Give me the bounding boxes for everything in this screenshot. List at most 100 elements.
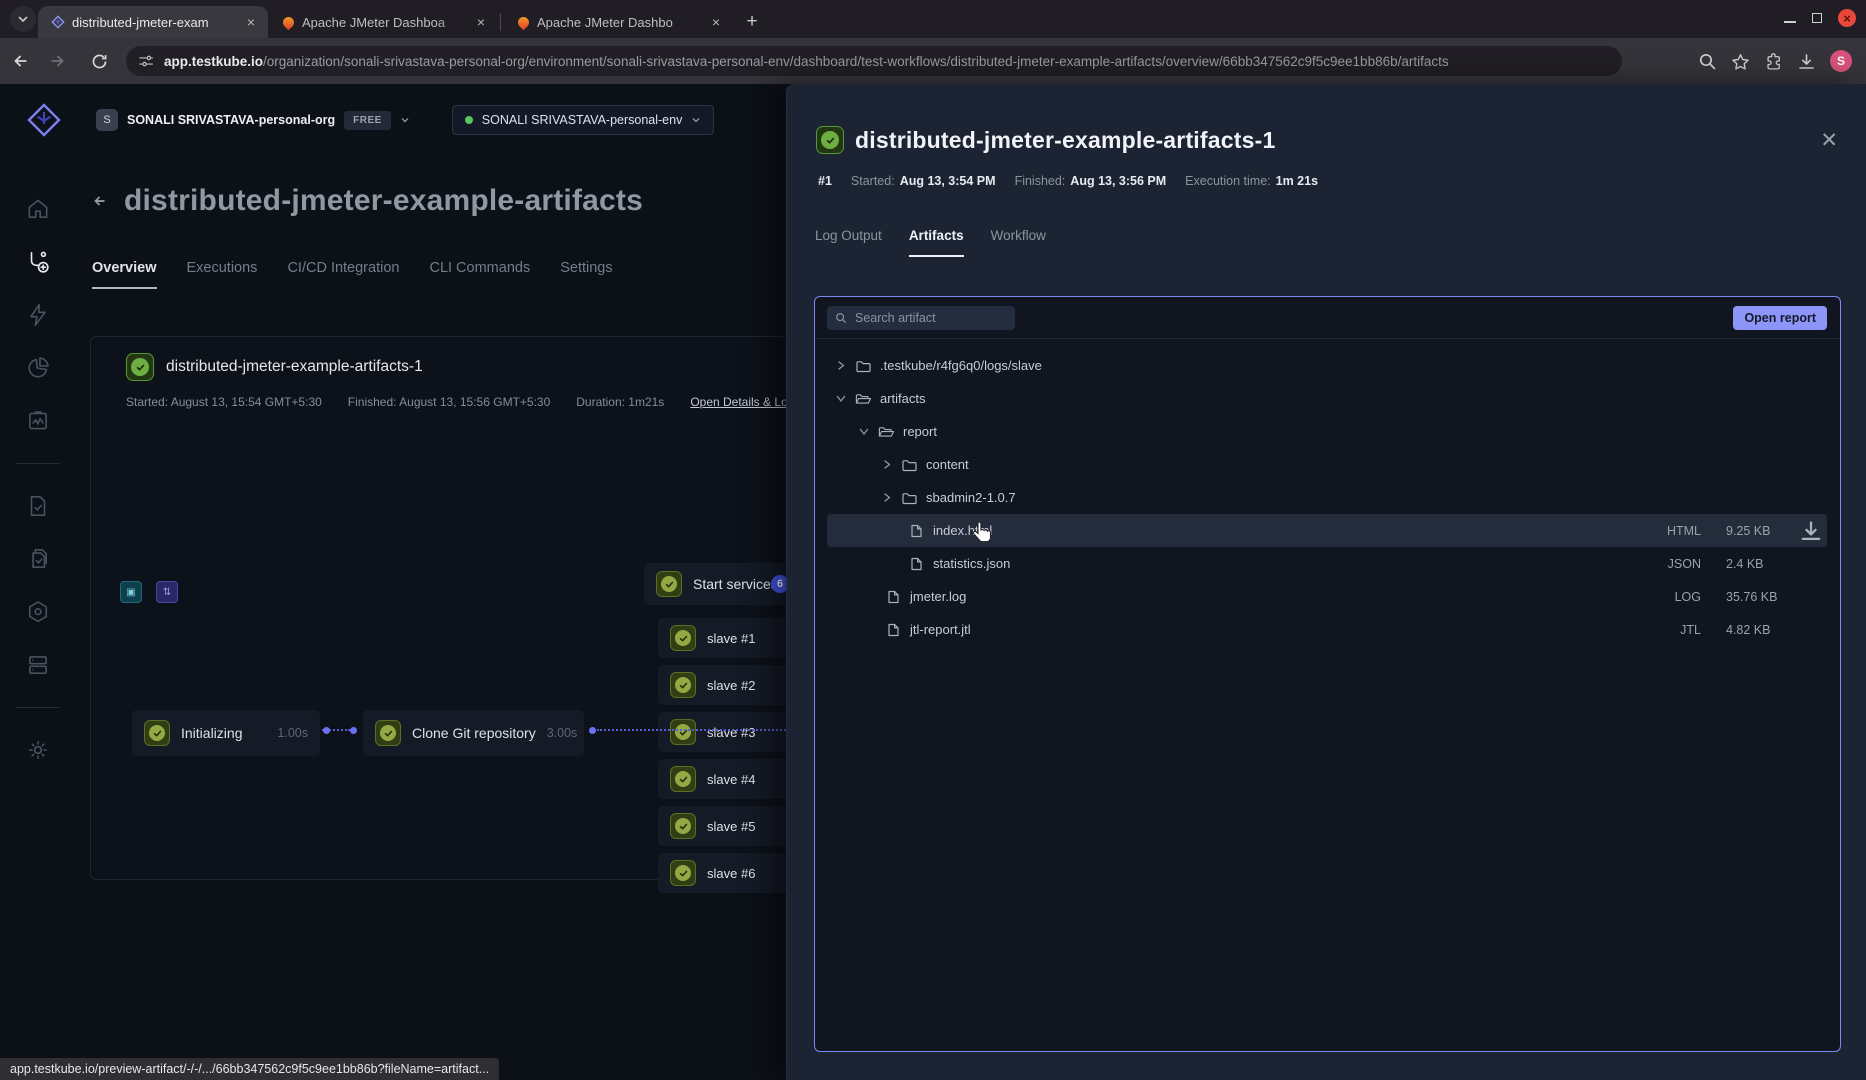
connector-dot xyxy=(350,727,357,734)
sidebar-item-tests[interactable] xyxy=(25,493,51,519)
execution-name: distributed-jmeter-example-artifacts-1 xyxy=(166,358,423,376)
close-window-button[interactable]: × xyxy=(1838,9,1856,27)
node-clone-git-repository[interactable]: Clone Git repository3.00s xyxy=(363,710,584,756)
node-duration: 1.00s xyxy=(277,726,308,740)
tree-item-name: report xyxy=(903,424,937,439)
tree-item-name: .testkube/r4fg6q0/logs/slave xyxy=(880,358,1042,373)
chevron-right-icon[interactable] xyxy=(879,492,895,503)
chevron-right-icon[interactable] xyxy=(879,459,895,470)
artifact-search[interactable] xyxy=(827,306,1015,330)
sidebar-item-executors[interactable] xyxy=(25,599,51,625)
site-settings-icon[interactable] xyxy=(138,54,154,68)
sidebar-item-settings[interactable] xyxy=(25,737,51,763)
status-passed-icon xyxy=(670,860,696,886)
node-label: slave #5 xyxy=(707,819,755,834)
folder-icon xyxy=(901,491,918,505)
tab-title: Apache JMeter Dashboa xyxy=(302,15,466,30)
sidebar-item-workflows[interactable] xyxy=(25,249,51,275)
maximize-button[interactable] xyxy=(1812,13,1822,23)
browser-tab[interactable]: Apache JMeter Dashbo× xyxy=(503,6,733,38)
tab-cli-commands[interactable]: CLI Commands xyxy=(429,260,530,289)
chevron-right-icon[interactable] xyxy=(833,360,849,371)
forward-button[interactable] xyxy=(42,46,72,76)
tab-workflow[interactable]: Workflow xyxy=(991,228,1046,257)
testkube-favicon-icon xyxy=(50,14,66,30)
tab-divider xyxy=(500,13,501,31)
chevron-down-icon[interactable] xyxy=(833,393,849,404)
url-bar[interactable]: app.testkube.io/organization/sonali-sriv… xyxy=(126,46,1622,76)
drawer-title: distributed-jmeter-example-artifacts-1 xyxy=(855,127,1275,154)
status-passed-icon xyxy=(670,672,696,698)
download-icon[interactable] xyxy=(1799,519,1823,543)
tree-item-name: statistics.json xyxy=(933,556,1010,571)
folder-open-icon xyxy=(855,392,872,406)
tab-search-button[interactable] xyxy=(10,6,36,32)
status-passed-icon xyxy=(144,720,170,746)
tab-ci-cd-integration[interactable]: CI/CD Integration xyxy=(287,260,399,289)
node-label: slave #6 xyxy=(707,866,755,881)
tree-folder-row[interactable]: content xyxy=(827,448,1827,481)
reload-button[interactable] xyxy=(84,46,114,76)
artifact-tree: .testkube/r4fg6q0/logs/slave artifacts rep… xyxy=(815,339,1840,646)
profile-avatar[interactable]: S xyxy=(1830,50,1852,72)
parallel-chip-icon[interactable]: ⇅ xyxy=(156,581,178,603)
browser-tab-strip: distributed-jmeter-exam×Apache JMeter Da… xyxy=(0,0,1866,38)
status-passed-icon xyxy=(126,353,154,381)
tab-close-icon[interactable]: × xyxy=(707,13,725,31)
browser-tab[interactable]: Apache JMeter Dashboa × xyxy=(268,6,498,38)
tree-file-row[interactable]: jtl-report.jtl JTL4.82 KB xyxy=(827,613,1827,646)
tree-folder-row[interactable]: report xyxy=(827,415,1827,448)
new-tab-button[interactable]: + xyxy=(739,9,765,35)
sidebar-item-test-suites[interactable] xyxy=(25,546,51,572)
sidebar-item-home[interactable] xyxy=(25,196,51,222)
connector-line xyxy=(597,729,793,731)
browser-tab[interactable]: distributed-jmeter-exam× xyxy=(38,6,268,38)
url-text: app.testkube.io/organization/sonali-sriv… xyxy=(164,54,1449,69)
tab-executions[interactable]: Executions xyxy=(187,260,258,289)
sidebar-item-insights[interactable] xyxy=(25,355,51,381)
open-report-button[interactable]: Open report xyxy=(1733,306,1827,330)
tree-folder-row[interactable]: sbadmin2-1.0.7 xyxy=(827,481,1827,514)
sidebar-item-monitors[interactable] xyxy=(25,408,51,434)
search-input[interactable] xyxy=(853,310,1007,326)
tree-folder-row[interactable]: artifacts xyxy=(827,382,1827,415)
tab-overview[interactable]: Overview xyxy=(92,260,157,289)
node-label: Start services xyxy=(693,576,778,592)
tab-close-icon[interactable]: × xyxy=(472,13,490,31)
back-arrow-icon[interactable] xyxy=(90,191,110,211)
sidebar-divider xyxy=(16,707,60,708)
minimize-button[interactable] xyxy=(1784,21,1796,23)
meta-value: Aug 13, 3:54 PM xyxy=(900,174,996,188)
chevron-down-icon[interactable] xyxy=(856,426,872,437)
connector-dot xyxy=(589,727,596,734)
sidebar-item-triggers[interactable] xyxy=(25,302,51,328)
node-label: slave #3 xyxy=(707,725,755,740)
close-icon[interactable]: ✕ xyxy=(1820,130,1838,151)
status-passed-icon xyxy=(816,126,844,154)
downloads-icon xyxy=(1797,52,1816,71)
tab-settings[interactable]: Settings xyxy=(560,260,612,289)
status-passed-icon xyxy=(670,625,696,651)
open-details-link[interactable]: Open Details & Logs xyxy=(690,395,800,409)
drawer-meta-item: Execution time:1m 21s xyxy=(1185,174,1318,188)
tab-log-output[interactable]: Log Output xyxy=(815,228,882,257)
search-icon xyxy=(835,312,847,324)
node-initializing[interactable]: Initializing1.00s xyxy=(132,710,320,756)
sidebar-item-sources[interactable] xyxy=(25,652,51,678)
drawer-meta-item: Finished:Aug 13, 3:56 PM xyxy=(1015,174,1167,188)
execution-meta-item: Duration: 1m21s xyxy=(576,395,664,409)
testkube-app: S SONALI SRIVASTAVA-personal-org FREE SO… xyxy=(0,84,1866,1080)
tree-item-name: jtl-report.jtl xyxy=(910,622,971,637)
tree-file-row[interactable]: jmeter.logLOG35.76 KB xyxy=(827,580,1827,613)
file-details: JTL4.82 KB xyxy=(1631,623,1823,637)
tree-item-name: content xyxy=(926,457,969,472)
tree-folder-row[interactable]: .testkube/r4fg6q0/logs/slave xyxy=(827,349,1827,382)
folder-icon xyxy=(901,458,918,472)
tab-artifacts[interactable]: Artifacts xyxy=(909,228,964,257)
tab-close-icon[interactable]: × xyxy=(242,13,260,31)
back-button[interactable] xyxy=(6,46,36,76)
file-size: 2.4 KB xyxy=(1726,557,1799,571)
tree-file-row[interactable]: statistics.jsonJSON2.4 KB xyxy=(827,547,1827,580)
service-chip-icon[interactable]: ▣ xyxy=(120,581,142,603)
folder-icon xyxy=(855,359,872,373)
